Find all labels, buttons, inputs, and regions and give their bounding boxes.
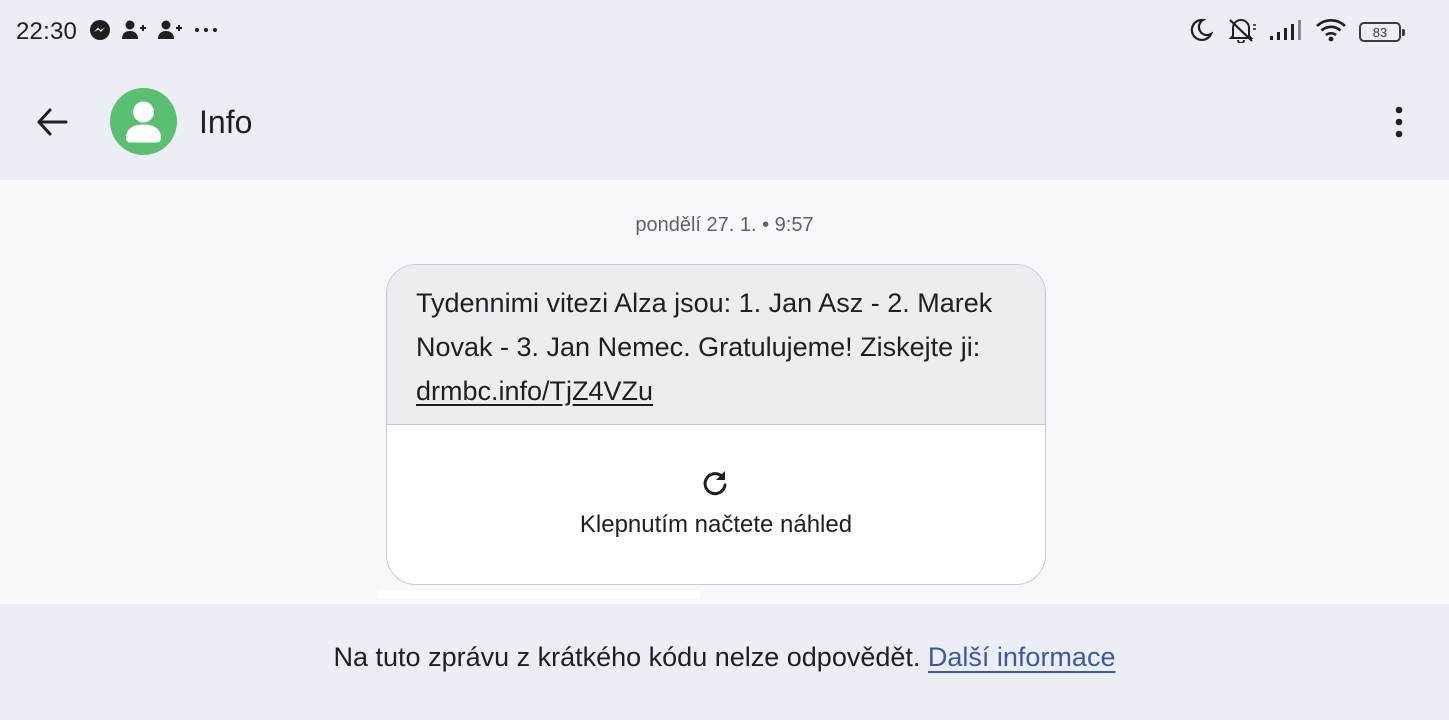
back-button[interactable] (30, 100, 74, 144)
contact-name[interactable]: Info (199, 100, 252, 144)
messenger-icon (89, 19, 111, 46)
more-info-link[interactable]: Další informace (928, 642, 1116, 672)
divider (378, 590, 700, 598)
battery-level: 83 (1372, 24, 1388, 40)
battery-icon: 83 (1359, 22, 1405, 42)
avatar[interactable] (110, 88, 177, 155)
footer-notice-text: Na tuto zprávu z krátkého kódu nelze odp… (333, 642, 928, 672)
signal-icon (1269, 19, 1303, 46)
bell-off-icon (1225, 17, 1257, 48)
message-bubble[interactable]: Tydennimi vitezi Alza jsou: 1. Jan Asz -… (386, 264, 1046, 585)
message-timestamp: pondělí 27. 1. • 9:57 (635, 214, 814, 236)
link-preview-button[interactable]: Klepnutím načtete náhled (387, 425, 1045, 584)
message-link[interactable]: drmbc.info/TjZ4VZu (416, 376, 653, 406)
message-body: Tydennimi vitezi Alza jsou: 1. Jan Asz -… (416, 288, 993, 362)
more-dots-icon (193, 19, 219, 46)
arrow-left-icon (37, 108, 68, 136)
conversation: pondělí 27. 1. • 9:57 Tydennimi vitezi A… (0, 180, 1449, 604)
person-add-icon (157, 19, 183, 46)
status-bar: 22:30 83 (0, 0, 1449, 64)
footer: Na tuto zprávu z krátkého kódu nelze odp… (0, 604, 1449, 720)
status-left: 22:30 (16, 14, 219, 50)
refresh-icon (703, 471, 727, 496)
status-right: 83 (1189, 14, 1405, 50)
person-add-icon (121, 19, 147, 46)
app-bar: Info (0, 64, 1449, 180)
more-vert-icon (1395, 106, 1403, 138)
message-text: Tydennimi vitezi Alza jsou: 1. Jan Asz -… (387, 265, 1045, 425)
status-time: 22:30 (16, 18, 78, 45)
more-options-button[interactable] (1377, 100, 1421, 144)
person-icon (126, 101, 161, 143)
preview-label: Klepnutím načtete náhled (579, 511, 853, 538)
wifi-icon (1315, 17, 1347, 48)
footer-notice: Na tuto zprávu z krátkého kódu nelze odp… (0, 642, 1449, 673)
moon-icon (1189, 18, 1214, 47)
